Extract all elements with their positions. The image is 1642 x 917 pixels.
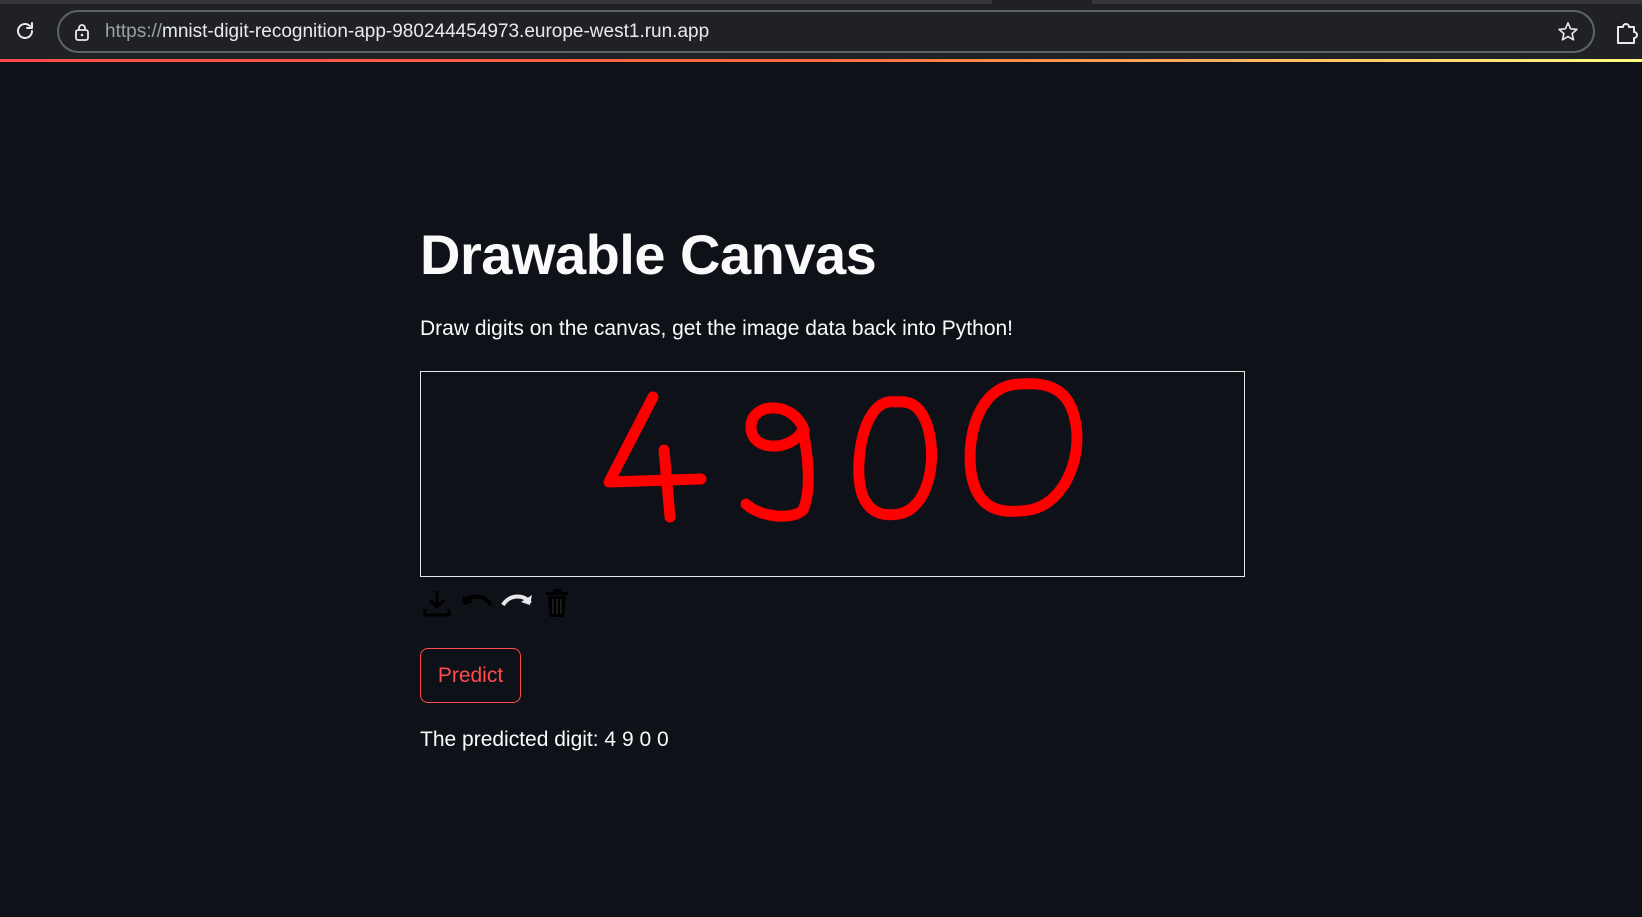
drawing-canvas[interactable] [420, 371, 1245, 577]
page-title: Drawable Canvas [420, 223, 877, 286]
lock-icon [75, 23, 89, 41]
url-text: https://mnist-digit-recognition-app-9802… [105, 21, 709, 43]
url-host: mnist-digit-recognition-app-980244454973… [162, 20, 710, 42]
puzzle-icon [1617, 23, 1638, 44]
main-content: Drawable Canvas Draw digits on the canva… [420, 62, 1250, 917]
redo-button[interactable] [500, 585, 534, 621]
active-tab[interactable] [992, 0, 1092, 4]
reload-button[interactable] [10, 16, 40, 46]
trash-icon [546, 589, 568, 617]
reload-icon [17, 22, 33, 39]
canvas-drawing [603, 378, 1083, 523]
download-button[interactable] [420, 585, 454, 621]
stroke-digit-0-b [964, 378, 1083, 517]
undo-icon [462, 594, 493, 607]
page-subtitle: Draw digits on the canvas, get the image… [420, 317, 1014, 340]
clear-button[interactable] [540, 585, 574, 621]
predict-button[interactable]: Predict [420, 648, 521, 703]
stroke-digit-0-a [853, 396, 937, 521]
browser-toolbar: https://mnist-digit-recognition-app-9802… [0, 0, 1642, 61]
bookmark-button[interactable] [1555, 19, 1581, 45]
site-info-button[interactable] [69, 19, 95, 45]
download-icon [423, 591, 451, 617]
stroke-digit-4 [603, 391, 707, 523]
address-bar[interactable]: https://mnist-digit-recognition-app-9802… [57, 10, 1595, 53]
canvas-toolbar [420, 583, 574, 623]
prediction-result: The predicted digit: 4 9 0 0 [420, 728, 669, 751]
url-scheme: https:// [105, 20, 163, 42]
undo-button[interactable] [460, 585, 494, 621]
redo-icon [501, 594, 532, 607]
stroke-digit-9 [740, 402, 814, 522]
tab-strip [0, 0, 1642, 4]
extensions-button[interactable] [1612, 17, 1640, 45]
star-icon [1558, 22, 1578, 41]
